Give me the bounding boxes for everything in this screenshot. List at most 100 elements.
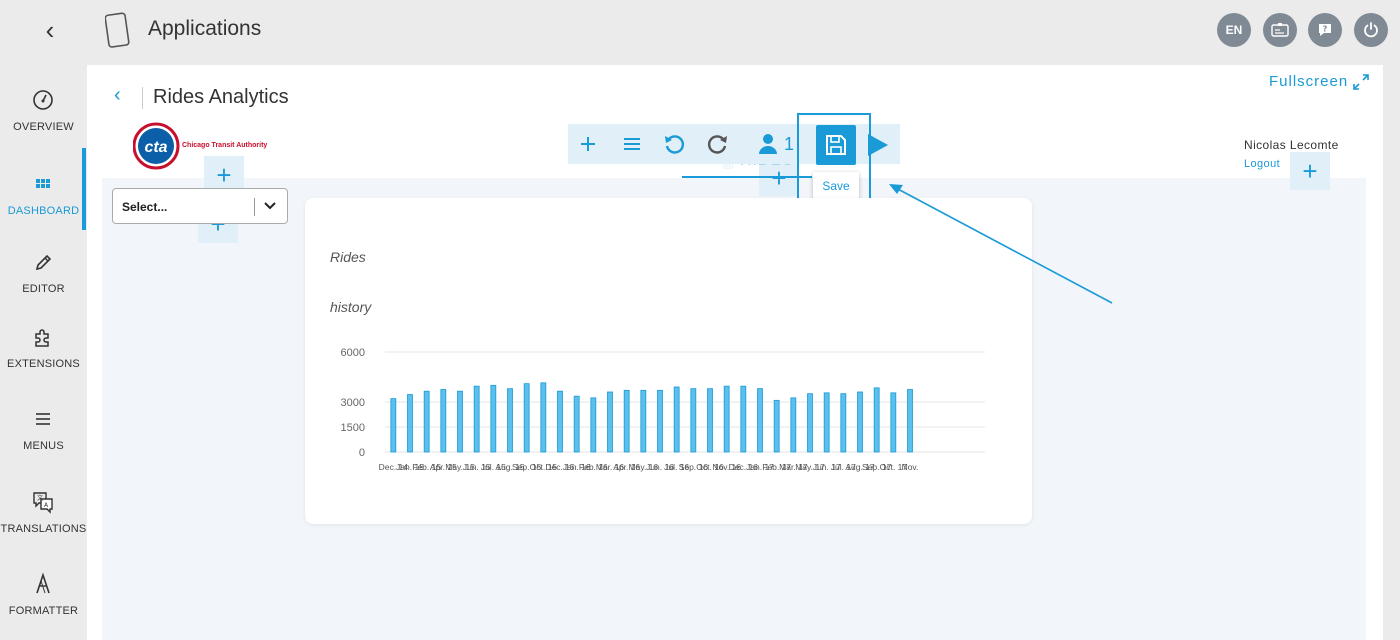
chart-title-line2: history — [330, 299, 372, 315]
chart-bar[interactable] — [490, 384, 497, 453]
y-tick-label: 0 — [359, 447, 365, 459]
chart-bar[interactable] — [907, 389, 913, 453]
save-button[interactable] — [816, 125, 856, 165]
chart-bar[interactable] — [423, 390, 430, 453]
chart-bar[interactable] — [773, 399, 780, 453]
chart-bar[interactable] — [557, 390, 563, 453]
help-chat-icon: ? — [1319, 24, 1331, 36]
tablet-icon — [105, 12, 130, 48]
grid-icon — [36, 179, 50, 188]
power-button[interactable] — [1354, 13, 1388, 47]
chart-bar[interactable] — [507, 388, 513, 453]
nav-dashboard[interactable]: DASHBOARD — [0, 172, 87, 244]
back-chevron-icon[interactable]: ‹ — [38, 16, 62, 44]
language-button[interactable]: EN — [1217, 13, 1251, 47]
users-button[interactable] — [754, 130, 782, 158]
chart-bar[interactable] — [523, 383, 530, 453]
filter-select[interactable]: Select... — [112, 188, 288, 224]
chart-title-line1: Rides — [330, 249, 366, 265]
chart-bar[interactable] — [723, 385, 730, 453]
chart-bar[interactable] — [540, 382, 547, 453]
user-name: Nicolas Lecomte — [1244, 138, 1339, 152]
chart-bar[interactable] — [473, 385, 480, 453]
chart-bar[interactable] — [590, 397, 597, 453]
tab-underline — [682, 176, 812, 178]
chart-bar[interactable] — [573, 395, 580, 453]
chart-bar[interactable] — [890, 392, 897, 453]
nav-label: EDITOR — [22, 283, 65, 295]
nav-extensions[interactable]: EXTENSIONS — [0, 325, 87, 397]
nav-overview[interactable]: OVERVIEW — [0, 88, 87, 160]
nav-editor[interactable]: EDITOR — [0, 250, 87, 322]
chart-bar[interactable] — [873, 387, 880, 453]
chart-bar[interactable] — [807, 393, 813, 453]
logout-link[interactable]: Logout — [1244, 158, 1280, 170]
expand-icon[interactable] — [1353, 74, 1369, 90]
chart-bar[interactable] — [823, 392, 830, 453]
y-tick-label: 3000 — [341, 397, 365, 409]
formatter-icon — [36, 572, 50, 594]
users-count: 1 — [784, 134, 795, 154]
chart-bar[interactable] — [690, 388, 697, 453]
hamburger-icon — [36, 413, 50, 425]
chart-bar[interactable] — [790, 397, 797, 453]
floppy-disk-icon — [826, 135, 846, 155]
nav-translations[interactable]: 文A TRANSLATIONS — [0, 490, 87, 562]
redo-icon — [708, 135, 727, 154]
play-icon[interactable] — [868, 134, 888, 156]
select-divider — [254, 198, 255, 216]
nav-label: MENUS — [23, 440, 64, 452]
puzzle-icon — [35, 329, 49, 347]
id-card-button[interactable] — [1263, 13, 1297, 47]
hamburger-icon — [624, 138, 640, 150]
help-button[interactable]: ? — [1308, 13, 1342, 47]
y-tick-label: 6000 — [341, 347, 365, 359]
power-icon — [1364, 22, 1378, 38]
logo-caption: Chicago Transit Authority — [182, 142, 268, 149]
app-title: Applications — [148, 17, 262, 40]
chart-bar[interactable] — [707, 388, 713, 453]
chart-bar[interactable] — [673, 386, 680, 453]
chart-bar[interactable] — [657, 389, 663, 453]
nav-formatter[interactable]: FORMATTER — [0, 572, 87, 640]
chart-bar[interactable] — [757, 388, 763, 453]
nav-active-indicator — [82, 148, 86, 230]
menu-button[interactable] — [618, 130, 646, 158]
pencil-icon — [35, 254, 52, 271]
breadcrumb-divider — [142, 87, 143, 109]
svg-text:?: ? — [1323, 25, 1328, 34]
svg-text:cta: cta — [144, 139, 167, 156]
svg-text:文: 文 — [37, 494, 43, 502]
nav-label: DASHBOARD — [7, 205, 80, 217]
chart-bar[interactable] — [390, 398, 397, 453]
x-tick-label: Nov. — [902, 462, 919, 472]
redo-button[interactable] — [704, 130, 732, 158]
chart-bar[interactable] — [623, 389, 630, 453]
add-widget-button[interactable]: + — [1290, 152, 1330, 190]
select-value: Select... — [122, 200, 168, 214]
user-icon — [759, 134, 777, 154]
top-bar: ‹ Applications EN ? — [0, 0, 1400, 60]
chart-bar[interactable] — [440, 389, 447, 453]
breadcrumb-back-icon[interactable]: ‹ — [114, 84, 121, 107]
undo-icon — [665, 135, 684, 154]
chart-bar[interactable] — [457, 390, 463, 453]
chart-bar[interactable] — [840, 393, 847, 453]
left-navigation: OVERVIEW DASHBOARD EDITOR EXTENSIONS MEN… — [0, 60, 87, 640]
nav-label: EXTENSIONS — [7, 358, 80, 370]
chart-bar[interactable] — [857, 391, 863, 453]
translate-icon: 文A — [33, 492, 53, 514]
page-title: Rides Analytics — [153, 86, 289, 108]
fullscreen-button[interactable]: Fullscreen — [1269, 73, 1348, 90]
save-tooltip: Save — [813, 172, 859, 200]
add-button[interactable] — [574, 130, 602, 158]
chart-bar[interactable] — [640, 389, 647, 453]
chart-bar[interactable] — [607, 391, 613, 453]
nav-label: FORMATTER — [8, 605, 79, 617]
chart-bar[interactable] — [407, 394, 413, 453]
chart-bar[interactable] — [740, 385, 747, 453]
chevron-down-icon — [264, 202, 276, 210]
nav-menus[interactable]: MENUS — [0, 407, 87, 479]
plus-icon — [581, 137, 595, 151]
undo-button[interactable] — [660, 130, 688, 158]
